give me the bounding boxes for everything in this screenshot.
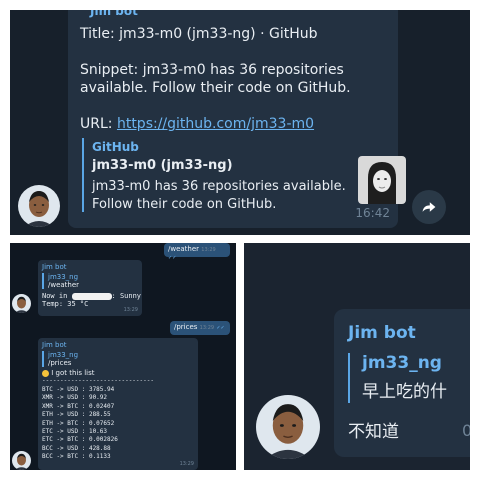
link-preview-description-line2: Follow their code on GitHub. bbox=[92, 197, 277, 212]
price-row: ETC -> BTC : 0.002826 bbox=[42, 436, 118, 444]
avatar[interactable] bbox=[256, 395, 320, 459]
message-title-line: Title: jm33-m0 (jm33-ng) · GitHub bbox=[80, 26, 318, 42]
avatar[interactable] bbox=[12, 294, 31, 313]
reply-quote-name: jm33_ng bbox=[48, 273, 79, 281]
reply-quote[interactable]: jm33_ng /prices bbox=[42, 351, 194, 367]
price-row: BCC -> BTC : 0.1133 bbox=[42, 453, 111, 461]
link-preview[interactable]: GitHub jm33-m0 (jm33-ng) jm33-m0 has 36 … bbox=[82, 138, 406, 212]
message-bubble[interactable]: Jim bot jm33_ng 早上吃的什 不知道 0 bbox=[334, 309, 470, 457]
weather-line1: Now in : Sunny bbox=[42, 292, 141, 300]
avatar[interactable] bbox=[12, 451, 31, 470]
reply-quote-text: /weather bbox=[48, 281, 80, 289]
link-preview-site: GitHub bbox=[92, 140, 139, 154]
price-list: BTC -> USD : 3785.94 XMR -> USD : 90.92 … bbox=[42, 386, 194, 462]
chat-panel-commands: /weather 13:29 ✓✓ Jim bot jm33_ng /weath… bbox=[10, 243, 236, 470]
redacted-location bbox=[71, 292, 112, 300]
price-row: BCC -> USD : 428.88 bbox=[42, 444, 111, 452]
sender-name[interactable]: Jim bot bbox=[42, 341, 194, 349]
weather-line1-prefix: Now in bbox=[42, 292, 68, 300]
price-row: ETH -> BTC : 0.07652 bbox=[42, 419, 115, 427]
message-time: 13:29 bbox=[199, 325, 215, 331]
link-preview-thumbnail[interactable] bbox=[358, 156, 406, 204]
outgoing-message-text: /weather bbox=[168, 245, 200, 253]
outgoing-message-text: /prices bbox=[174, 323, 198, 331]
prices-header: I got this list bbox=[42, 369, 194, 377]
reply-quote-name: jm33_ng bbox=[362, 353, 442, 373]
url-link[interactable]: https://github.com/jm33-m0 bbox=[117, 116, 314, 132]
url-label: URL: bbox=[80, 116, 117, 132]
reply-quote-text: 早上吃的什 bbox=[362, 382, 447, 402]
message-bubble[interactable]: Jim bot jm33_ng /weather Now in : Sunny … bbox=[38, 260, 142, 316]
sender-name[interactable]: Jim bot bbox=[42, 263, 138, 271]
share-button[interactable] bbox=[412, 190, 446, 224]
prices-header-text: I got this list bbox=[51, 369, 95, 377]
weather-line1-suffix: : Sunny bbox=[111, 292, 142, 300]
message-time: 13:29 bbox=[123, 307, 138, 313]
smile-emoji-icon bbox=[42, 369, 49, 377]
outgoing-message[interactable]: /prices 13:29 ✓✓ bbox=[170, 321, 230, 335]
message-text: 不知道 bbox=[348, 422, 399, 442]
chat-panel-top: Jim bot Title: jm33-m0 (jm33-ng) · GitHu… bbox=[10, 10, 470, 235]
message-time: 16:42 bbox=[355, 206, 390, 220]
price-row: ETH -> USD : 288.55 bbox=[42, 411, 111, 419]
prices-divider: ------------------------------- bbox=[42, 377, 154, 384]
read-check-icon: ✓✓ bbox=[168, 255, 177, 261]
price-row: ETC -> USD : 10.63 bbox=[42, 428, 108, 436]
price-row: XMR -> BTC : 0.02407 bbox=[42, 402, 115, 410]
message-time: 0 bbox=[462, 421, 470, 440]
reply-quote-text: /prices bbox=[48, 359, 72, 367]
reply-quote[interactable]: jm33_ng /weather bbox=[42, 273, 138, 289]
price-row: BTC -> USD : 3785.94 bbox=[42, 386, 115, 393]
sender-name[interactable]: Jim bot bbox=[348, 323, 416, 343]
reply-quote-name: jm33_ng bbox=[48, 351, 79, 359]
message-time: 13:29 bbox=[179, 461, 194, 467]
link-preview-description-line1: jm33-m0 has 36 repositories available. bbox=[92, 179, 346, 194]
avatar[interactable] bbox=[18, 185, 60, 227]
message-bubble[interactable]: Jim bot Title: jm33-m0 (jm33-ng) · GitHu… bbox=[68, 10, 406, 228]
link-preview-title: jm33-m0 (jm33-ng) bbox=[92, 158, 233, 173]
sender-name[interactable]: Jim bot bbox=[90, 10, 138, 18]
message-bubble[interactable]: Jim bot jm33_ng /prices I got this list … bbox=[38, 338, 198, 470]
read-check-icon: ✓✓ bbox=[216, 325, 225, 331]
message-time: 13:29 bbox=[201, 247, 216, 253]
chat-panel-zoomed: Jim bot jm33_ng 早上吃的什 不知道 0 bbox=[244, 243, 470, 470]
message-snippet-line1: Snippet: jm33-m0 has 36 repositories bbox=[80, 62, 344, 78]
reply-quote[interactable]: jm33_ng 早上吃的什 bbox=[348, 353, 447, 403]
message-snippet-line2: available. Follow their code on GitHub. bbox=[80, 80, 351, 96]
share-arrow-icon bbox=[422, 202, 436, 212]
message-url-line: URL: https://github.com/jm33-m0 bbox=[80, 116, 314, 132]
outgoing-message[interactable]: /weather 13:29 ✓✓ bbox=[164, 243, 230, 261]
price-row: XMR -> USD : 90.92 bbox=[42, 394, 108, 402]
